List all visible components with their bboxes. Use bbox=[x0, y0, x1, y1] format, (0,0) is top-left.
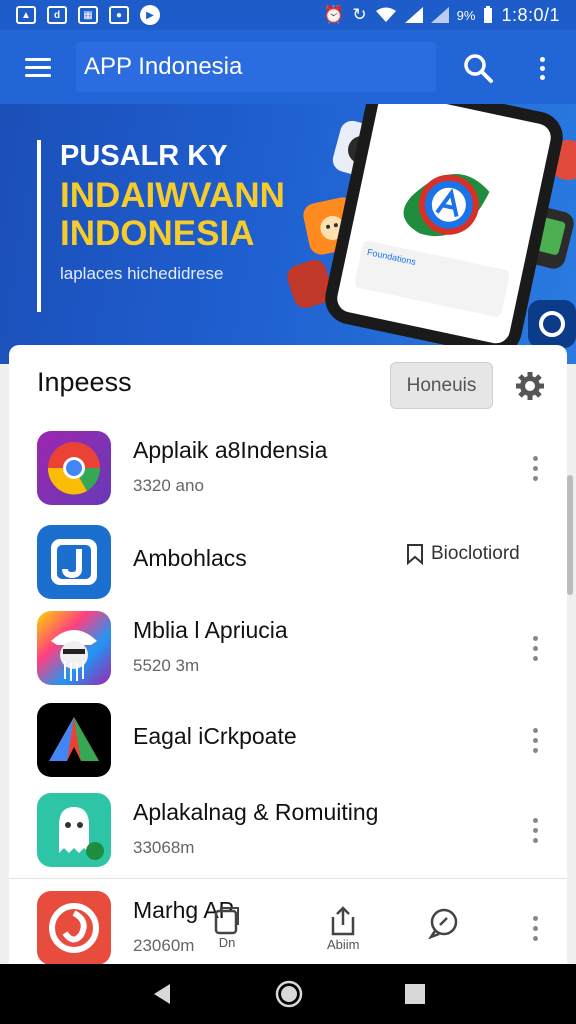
signal-icon bbox=[430, 7, 449, 23]
status-bar: ▲ d ▦ ● ▶ ⏰ ↻ 9% 1:8:0/1 bbox=[0, 0, 576, 30]
phone-card-text: Foundations bbox=[366, 246, 417, 267]
ghost-icon bbox=[37, 793, 111, 867]
banner-accent-bar bbox=[37, 140, 41, 312]
app-list-item[interactable]: Marhg AP 23060m bbox=[9, 883, 567, 973]
battery-level: 9% bbox=[456, 7, 476, 23]
chat-icon bbox=[428, 908, 458, 939]
system-nav-bar bbox=[0, 964, 576, 1024]
masked-character-icon bbox=[37, 611, 111, 685]
app-size: 23060m bbox=[133, 936, 195, 955]
app-toolbar: APP Indonesia bbox=[0, 30, 576, 104]
app-list-item[interactable]: Mblia l Apriucia 5520 3m bbox=[9, 603, 567, 693]
notification-icon: d bbox=[47, 6, 67, 24]
wifi-icon bbox=[375, 7, 396, 22]
home-icon[interactable] bbox=[275, 980, 303, 1008]
notification-icon: ▲ bbox=[16, 6, 36, 24]
toolbar-title: APP Indonesia bbox=[76, 42, 436, 92]
triangle-logo-icon bbox=[37, 703, 111, 777]
more-vert-icon[interactable] bbox=[525, 813, 545, 847]
sync-icon: ↻ bbox=[352, 5, 367, 24]
play-icon: ▶ bbox=[140, 5, 160, 25]
app-list-item[interactable]: Ambohlacs Bioclotiord bbox=[9, 517, 567, 607]
notification-icon: ▦ bbox=[78, 6, 98, 24]
tab-label: Abiim bbox=[327, 937, 360, 952]
clock: 1:8:0/1 bbox=[501, 4, 560, 25]
tab-copy[interactable]: Dn bbox=[213, 905, 241, 950]
app-name: Ambohlacs bbox=[133, 545, 247, 571]
signal-icon bbox=[404, 7, 423, 23]
app-size: 33068m bbox=[133, 838, 195, 857]
app-list-item[interactable]: Aplakalnag & Romuiting 33068m bbox=[9, 785, 567, 875]
app-size: 5520 3m bbox=[133, 656, 200, 675]
floating-app-icon bbox=[528, 300, 576, 348]
app-name: Eagal iCrkpoate bbox=[133, 723, 297, 749]
app-name: Mblia l Apriucia bbox=[133, 617, 288, 643]
share-icon bbox=[332, 906, 355, 936]
banner-headline-2: INDAIWVANN bbox=[60, 176, 285, 215]
app-name: Applaik a8Indensia bbox=[133, 437, 328, 463]
copy-icon bbox=[214, 907, 239, 935]
section-title: Inpeess bbox=[37, 367, 132, 397]
alarm-icon: ⏰ bbox=[323, 5, 345, 24]
more-vert-icon[interactable] bbox=[525, 631, 545, 665]
app-logo-icon bbox=[403, 174, 490, 237]
more-vert-icon[interactable] bbox=[528, 50, 556, 86]
content-sheet: Inpeess Honeuis Applaik a8Indensia 3320 … bbox=[9, 345, 567, 985]
scrollbar-thumb[interactable] bbox=[567, 475, 573, 595]
filter-button[interactable]: Honeuis bbox=[390, 362, 493, 409]
app-list-item[interactable]: Eagal iCrkpoate bbox=[9, 695, 567, 785]
tab-chat[interactable] bbox=[427, 907, 459, 939]
battery-icon bbox=[484, 6, 493, 23]
red-spiral-icon bbox=[37, 891, 111, 965]
action-label: Bioclotiord bbox=[431, 543, 520, 564]
banner-headline-3: INDONESIA bbox=[60, 214, 255, 253]
banner-subtitle: laplaces hichedidrese bbox=[60, 264, 224, 283]
more-vert-icon[interactable] bbox=[525, 451, 545, 485]
more-vert-icon[interactable] bbox=[525, 911, 545, 945]
recents-icon[interactable] bbox=[404, 983, 426, 1005]
promo-banner[interactable]: PUSALR KY INDAIWVANN INDONESIA laplaces … bbox=[0, 104, 576, 364]
banner-headline-1: PUSALR KY bbox=[60, 140, 228, 172]
more-vert-icon[interactable] bbox=[525, 723, 545, 757]
tab-share[interactable]: Abiim bbox=[327, 905, 360, 952]
blue-j-icon bbox=[37, 525, 111, 599]
app-name: Aplakalnag & Romuiting bbox=[133, 799, 379, 825]
search-icon[interactable] bbox=[460, 50, 496, 86]
app-size: 3320 ano bbox=[133, 476, 204, 495]
tab-label: Dn bbox=[218, 935, 236, 950]
app-list-item[interactable]: Applaik a8Indensia 3320 ano bbox=[9, 423, 567, 513]
chrome-style-icon bbox=[37, 431, 111, 505]
gear-icon[interactable] bbox=[515, 371, 545, 401]
divider bbox=[9, 878, 567, 879]
download-action[interactable]: Bioclotiord bbox=[405, 543, 520, 565]
notification-icon: ● bbox=[109, 6, 129, 24]
hamburger-menu-icon[interactable] bbox=[0, 30, 76, 104]
back-icon[interactable] bbox=[150, 982, 174, 1006]
bookmark-icon bbox=[407, 544, 423, 565]
